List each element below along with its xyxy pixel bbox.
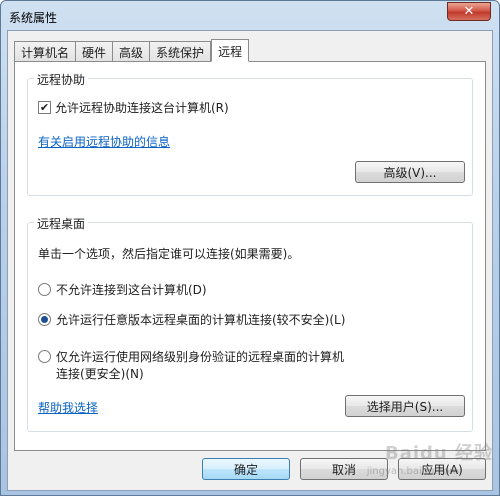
- tab-hardware[interactable]: 硬件: [75, 41, 113, 61]
- remote-desktop-title: 远程桌面: [34, 215, 89, 232]
- window-title: 系统属性: [9, 11, 58, 25]
- remote-assistance-info-link[interactable]: 有关启用远程协助的信息: [38, 133, 170, 150]
- advanced-button[interactable]: 高级(V)...: [355, 161, 465, 183]
- remote-tab-panel: 远程协助 ✔ 允许远程协助连接这台计算机(R) 有关启用远程协助的信息 高级(V…: [14, 61, 486, 451]
- radio-option-disallow[interactable]: 不允许连接到这台计算机(D): [38, 281, 207, 298]
- remote-desktop-group: 远程桌面 单击一个选项，然后指定谁可以连接(如果需要)。 不允许连接到这台计算机…: [27, 215, 473, 432]
- ok-button[interactable]: 确定: [202, 458, 290, 480]
- radio-selected-dot: [41, 316, 48, 323]
- system-properties-window: 系统属性 ✕ 计算机名 硬件 高级 系统保护 远程 远程协助 ✔ 允许远程协助连…: [0, 0, 500, 496]
- remote-desktop-instruction: 单击一个选项，然后指定谁可以连接(如果需要)。: [38, 247, 300, 261]
- tab-computer-name[interactable]: 计算机名: [14, 41, 76, 61]
- tab-system-protection[interactable]: 系统保护: [149, 41, 212, 61]
- allow-remote-assistance-checkbox[interactable]: ✔: [38, 101, 51, 114]
- tab-remote[interactable]: 远程: [211, 39, 250, 62]
- allow-remote-assistance-row[interactable]: ✔ 允许远程协助连接这台计算机(R): [38, 99, 229, 116]
- radio-nla[interactable]: [38, 350, 51, 363]
- radio-nla-label-line2: 连接(更安全)(N): [56, 367, 144, 381]
- close-button[interactable]: ✕: [447, 2, 491, 21]
- tab-strip: 计算机名 硬件 高级 系统保护 远程: [14, 39, 250, 62]
- allow-remote-assistance-label: 允许远程协助连接这台计算机(R): [55, 101, 229, 115]
- remote-assistance-title: 远程协助: [34, 71, 89, 88]
- radio-nla-label-line1: 仅允许运行使用网络级别身份验证的远程桌面的计算机: [56, 350, 345, 364]
- radio-disallow[interactable]: [38, 283, 51, 296]
- baidu-watermark: Baidu 经验: [384, 443, 493, 464]
- baidu-watermark-url: jingyan.baidu.com: [366, 466, 459, 477]
- help-me-choose-link[interactable]: 帮助我选择: [38, 399, 98, 416]
- radio-any-version[interactable]: [38, 313, 51, 326]
- tab-advanced[interactable]: 高级: [112, 41, 150, 61]
- close-icon: ✕: [463, 4, 475, 19]
- select-users-button[interactable]: 选择用户(S)...: [345, 395, 465, 417]
- radio-option-any-version[interactable]: 允许运行任意版本远程桌面的计算机连接(较不安全)(L): [38, 311, 345, 328]
- radio-any-version-label: 允许运行任意版本远程桌面的计算机连接(较不安全)(L): [56, 313, 346, 327]
- dialog-client-area: 计算机名 硬件 高级 系统保护 远程 远程协助 ✔ 允许远程协助连接这台计算机(…: [7, 30, 493, 491]
- title-bar[interactable]: 系统属性 ✕: [1, 1, 499, 29]
- remote-assistance-group: 远程协助 ✔ 允许远程协助连接这台计算机(R) 有关启用远程协助的信息 高级(V…: [27, 71, 473, 196]
- radio-option-nla[interactable]: 仅允许运行使用网络级别身份验证的远程桌面的计算机 连接(更安全)(N): [38, 349, 344, 383]
- radio-disallow-label: 不允许连接到这台计算机(D): [56, 283, 207, 297]
